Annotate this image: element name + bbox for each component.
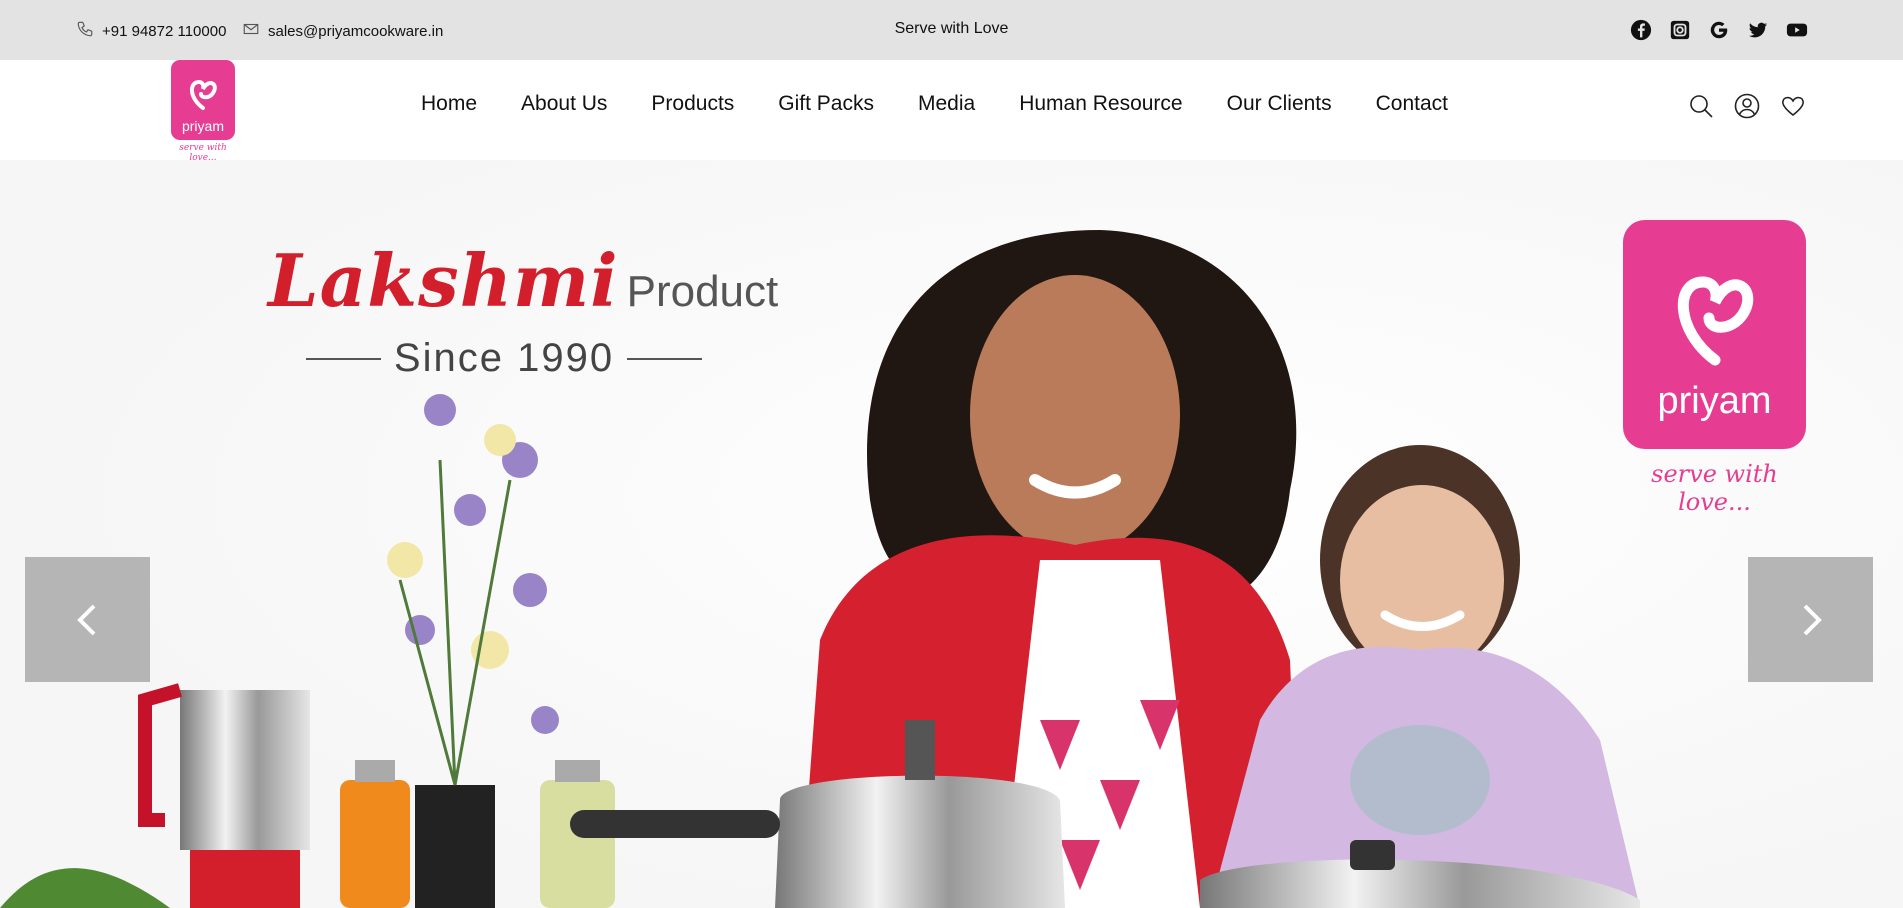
slider-next-button[interactable] [1748, 557, 1873, 682]
nav-our-clients[interactable]: Our Clients [1227, 92, 1332, 116]
nav-gift-packs[interactable]: Gift Packs [778, 92, 874, 116]
since-text: Since 1990 [393, 336, 615, 380]
search-icon[interactable] [1688, 93, 1714, 119]
nav-products[interactable]: Products [651, 92, 734, 116]
nav-human-resource[interactable]: Human Resource [1019, 92, 1182, 116]
hero-logo-tagline: serve with love... [1651, 460, 1778, 516]
main-nav: Home About Us Products Gift Packs Media … [421, 92, 1448, 116]
nav-contact[interactable]: Contact [1376, 92, 1448, 116]
google-icon[interactable] [1708, 19, 1730, 41]
divider [306, 357, 381, 360]
divider [627, 357, 702, 360]
phone-icon [76, 20, 94, 42]
youtube-icon[interactable] [1786, 19, 1808, 41]
instagram-icon[interactable] [1669, 19, 1691, 41]
logo-wordmark: priyam [181, 118, 224, 134]
heart-logo-icon [1677, 276, 1754, 366]
nav-media[interactable]: Media [918, 92, 975, 116]
heart-icon[interactable] [1780, 93, 1806, 119]
hero-logo-wordmark: priyam [1657, 380, 1772, 422]
hero-slider: Lakshmi Product Since 1990 priyam serve w… [0, 160, 1903, 908]
brand-title: Lakshmi Product [268, 238, 778, 323]
email-link[interactable]: sales@priyamcookware.in [242, 20, 443, 42]
mail-icon [242, 20, 260, 42]
nav-home[interactable]: Home [421, 92, 477, 116]
brand-name: Lakshmi [268, 238, 619, 323]
hero-logo: priyam [1623, 220, 1806, 449]
social-links [1630, 19, 1808, 41]
since-line: Since 1990 [306, 336, 702, 381]
facebook-icon[interactable] [1630, 19, 1652, 41]
chevron-right-icon [1803, 604, 1822, 635]
user-icon[interactable] [1734, 93, 1760, 119]
site-logo[interactable]: priyam [171, 60, 235, 140]
heart-logo-icon [190, 79, 217, 110]
nav-about-us[interactable]: About Us [521, 92, 607, 116]
email-address: sales@priyamcookware.in [268, 22, 444, 40]
slider-prev-button[interactable] [25, 557, 150, 682]
phone-link[interactable]: +91 94872 110000 [76, 20, 226, 42]
chevron-left-icon [76, 604, 95, 635]
twitter-icon[interactable] [1747, 19, 1769, 41]
brand-suffix: Product [626, 267, 779, 316]
header-actions [1688, 93, 1806, 119]
top-bar: +91 94872 110000 sales@priyamcookware.in… [0, 0, 1903, 60]
phone-number: +91 94872 110000 [102, 22, 227, 40]
main-header: priyam serve with love... Home About Us … [0, 60, 1903, 163]
